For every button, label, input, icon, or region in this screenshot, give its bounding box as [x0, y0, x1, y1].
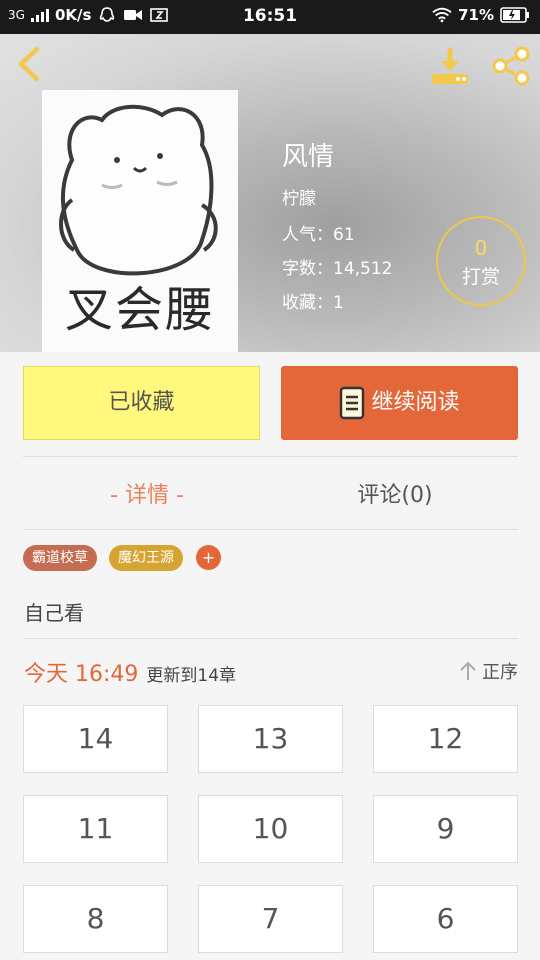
- chapter-button[interactable]: 13: [198, 705, 343, 773]
- tag-item[interactable]: 魔幻王源: [109, 545, 183, 571]
- chapter-button[interactable]: 7: [198, 885, 343, 953]
- update-time: 今天 16:49: [24, 662, 139, 687]
- favorites-count: 收藏：1: [282, 293, 344, 313]
- chapter-button[interactable]: 11: [23, 795, 168, 863]
- book-title: 风情: [282, 142, 335, 172]
- share-icon[interactable]: [488, 46, 532, 86]
- sort-label: 正序: [482, 662, 518, 683]
- wifi-icon: [432, 7, 452, 23]
- collected-button[interactable]: 已收藏: [23, 366, 260, 440]
- sort-button[interactable]: 正序: [458, 658, 518, 684]
- chapter-button[interactable]: 9: [373, 795, 518, 863]
- divider: [23, 529, 518, 530]
- tab-comments[interactable]: 评论(0): [271, 476, 519, 516]
- chapter-button[interactable]: 6: [373, 885, 518, 953]
- chapter-button[interactable]: 14: [23, 705, 168, 773]
- book-cover[interactable]: 叉会腰: [42, 90, 238, 352]
- book-header: 叉会腰 风情 柠朦 人气：61 字数：14,512 收藏：1 0 打赏: [0, 34, 540, 352]
- continue-reading-label: 继续阅读: [371, 390, 460, 415]
- tag-item[interactable]: 霸道校草: [23, 545, 97, 571]
- continue-reading-button[interactable]: 继续阅读: [281, 366, 518, 440]
- status-bar: 3G 0K/s 16:51 71%: [0, 0, 540, 34]
- battery-percent: 71%: [458, 6, 494, 24]
- update-info: 今天 16:49 更新到14章: [24, 656, 236, 688]
- arrow-up-icon: [460, 661, 476, 680]
- book-description: 自己看: [24, 601, 84, 625]
- book-author[interactable]: 柠朦: [282, 184, 316, 209]
- tab-details[interactable]: - 详情 -: [23, 476, 271, 516]
- status-right: 71%: [432, 6, 530, 24]
- divider: [23, 456, 518, 457]
- tip-count: 0: [474, 236, 488, 260]
- chapter-button[interactable]: 8: [23, 885, 168, 953]
- book-icon: [340, 386, 365, 420]
- download-icon[interactable]: [428, 46, 472, 86]
- chapter-button[interactable]: 12: [373, 705, 518, 773]
- tip-button[interactable]: 0 打赏: [436, 216, 526, 306]
- cover-caption: 叉会腰: [64, 282, 215, 338]
- update-chapters: 更新到14章: [146, 666, 237, 686]
- popularity: 人气：61: [282, 225, 355, 245]
- chapter-button[interactable]: 10: [198, 795, 343, 863]
- add-tag-button[interactable]: +: [196, 545, 221, 570]
- back-arrow-icon[interactable]: [10, 44, 50, 84]
- divider: [23, 638, 518, 639]
- tip-label: 打赏: [461, 266, 500, 288]
- battery-icon: [500, 7, 529, 23]
- word-count: 字数：14,512: [282, 259, 393, 279]
